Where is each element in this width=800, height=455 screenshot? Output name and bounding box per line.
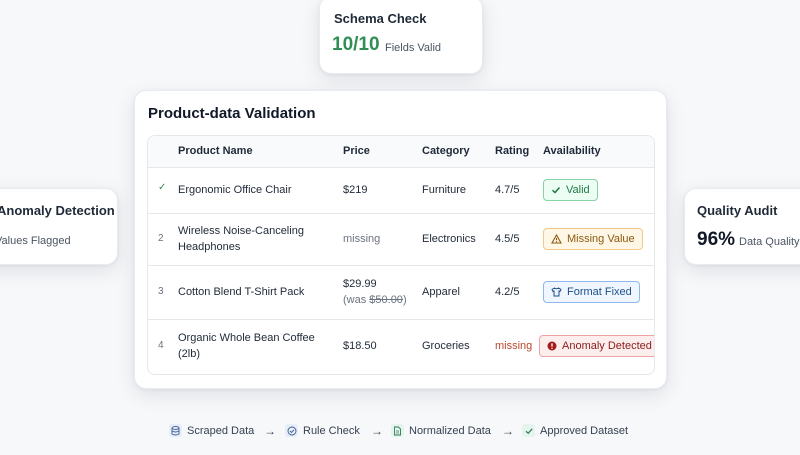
- quality-audit-score: 96%: [697, 229, 736, 250]
- table-row[interactable]: 3 Cotton Blend T-Shirt Pack $29.99 (was …: [148, 265, 654, 320]
- status-label: Anomaly Detected: [562, 340, 652, 352]
- status-label: Format Fixed: [567, 286, 632, 298]
- validation-table: Product Name Price Category Rating Avail…: [147, 135, 655, 375]
- validation-title: Product-data Validation: [148, 105, 316, 122]
- product-rating: 4.5/5: [495, 233, 520, 245]
- pipeline-step-rule-check: Rule Check: [285, 424, 360, 437]
- status-badge: Format Fixed: [543, 281, 640, 303]
- product-category: Apparel: [422, 286, 460, 298]
- quality-audit-title: Quality Audit: [697, 203, 778, 218]
- database-icon: [169, 424, 182, 437]
- arrow-right-icon: →: [502, 424, 514, 438]
- product-rating: 4.2/5: [495, 286, 520, 298]
- shield-check-icon: [285, 424, 298, 437]
- header-product-name: Product Name: [178, 145, 253, 157]
- product-rating: 4.7/5: [495, 184, 520, 196]
- tshirt-icon: [551, 287, 562, 297]
- row-check-icon: ✓: [158, 182, 167, 193]
- table-header: Product Name Price Category Rating Avail…: [148, 136, 654, 168]
- product-category: Groceries: [422, 340, 470, 352]
- pipeline-label: Normalized Data: [409, 424, 491, 437]
- quality-audit-card: Quality Audit 96% Data Quality Score: [684, 188, 800, 265]
- product-name-line2: Headphones: [178, 241, 241, 253]
- arrow-right-icon: →: [264, 424, 276, 438]
- pipeline-step-scraped: Scraped Data: [169, 424, 254, 437]
- product-price: $29.99: [343, 278, 377, 290]
- product-name: Ergonomic Office Chair: [178, 184, 292, 196]
- anomaly-detection-title: Anomaly Detection: [0, 203, 115, 218]
- pipeline-label: Rule Check: [303, 424, 360, 437]
- price-previous: (was $50.00): [343, 294, 407, 306]
- row-index: 4: [158, 340, 164, 351]
- product-rating: missing: [495, 340, 533, 352]
- pipeline-label: Approved Dataset: [540, 424, 629, 437]
- status-label: Valid: [566, 184, 590, 196]
- pipeline-label: Scraped Data: [187, 424, 255, 437]
- arrow-right-icon: →: [371, 424, 383, 438]
- product-name: Cotton Blend T-Shirt Pack: [178, 286, 305, 298]
- header-category: Category: [422, 145, 470, 157]
- schema-check-title: Schema Check: [334, 11, 427, 26]
- product-name: Wireless Noise-Canceling: [178, 225, 304, 237]
- alert-circle-icon: [547, 341, 557, 351]
- table-row[interactable]: 2 Wireless Noise-Canceling Headphones mi…: [148, 213, 654, 266]
- document-icon: [391, 424, 404, 437]
- product-name-line2: (2lb): [178, 348, 201, 360]
- quality-audit-caption: Data Quality Score: [739, 236, 800, 248]
- price-previous-value: $50.00: [369, 294, 403, 306]
- header-availability: Availability: [543, 145, 601, 157]
- pipeline-step-normalized: Normalized Data: [391, 424, 491, 437]
- check-icon: [522, 424, 535, 437]
- product-price: $219: [343, 184, 368, 196]
- product-validation-card: Product-data Validation Product Name Pri…: [134, 90, 667, 389]
- anomaly-detection-caption: Values Flagged: [0, 235, 71, 247]
- table-row[interactable]: ✓ Ergonomic Office Chair $219 Furniture …: [148, 167, 654, 214]
- header-rating: Rating: [495, 145, 530, 157]
- product-category: Furniture: [422, 184, 467, 196]
- anomaly-detection-card: Anomaly Detection Values Flagged: [0, 188, 118, 265]
- check-icon: [551, 186, 561, 194]
- product-price: missing: [343, 233, 381, 245]
- schema-check-caption: Fields Valid: [385, 42, 442, 54]
- schema-check-card: Schema Check 10/10 Fields Valid: [319, 0, 483, 74]
- product-name: Organic Whole Bean Coffee: [178, 332, 315, 344]
- row-index: 2: [158, 233, 164, 244]
- status-badge: Anomaly Detected: [539, 335, 654, 357]
- row-index: 3: [158, 286, 164, 297]
- product-price: $18.50: [343, 340, 377, 352]
- header-price: Price: [343, 145, 370, 157]
- table-row[interactable]: 4 Organic Whole Bean Coffee (2lb) $18.50…: [148, 319, 654, 374]
- product-category: Electronics: [422, 233, 476, 245]
- warning-icon: [551, 234, 562, 244]
- schema-check-score: 10/10: [332, 34, 380, 55]
- pipeline-step-approved: Approved Dataset: [522, 424, 628, 437]
- status-label: Missing Value: [567, 233, 635, 245]
- status-badge: Missing Value: [543, 228, 643, 250]
- status-badge: Valid: [543, 179, 598, 201]
